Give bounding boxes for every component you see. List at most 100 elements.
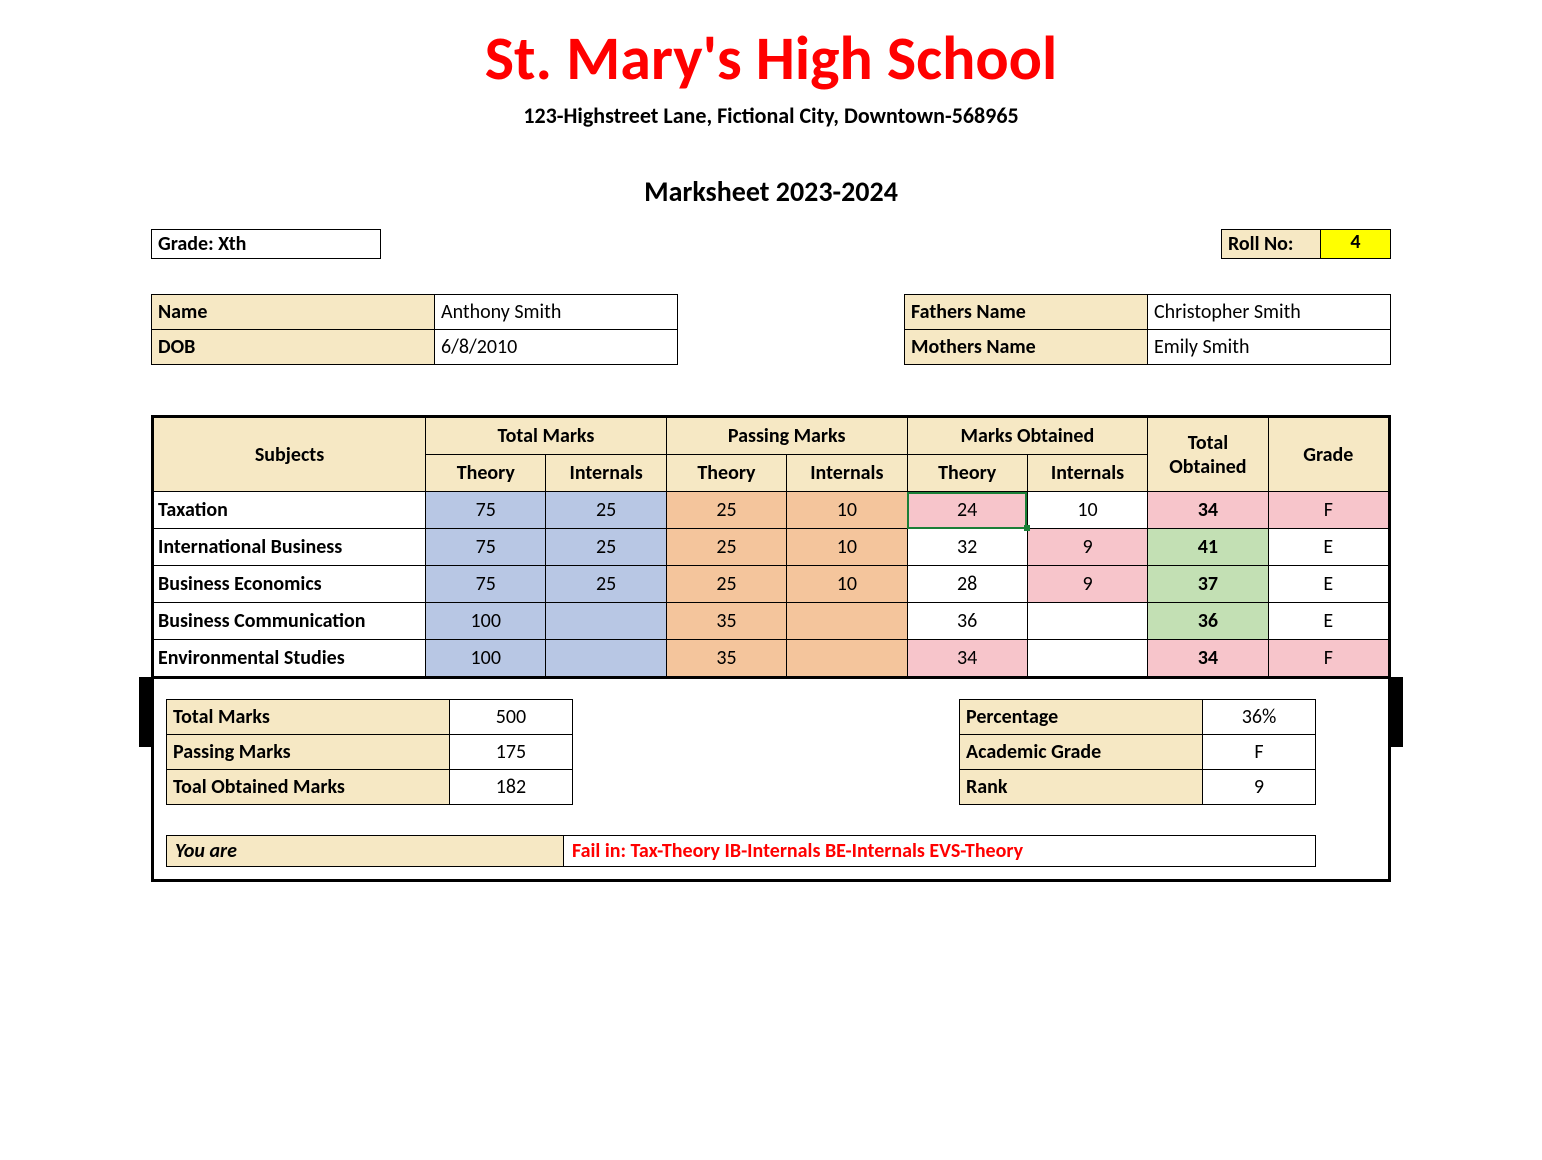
roll-box: Roll No: 4 (1221, 229, 1391, 259)
header-total-obtained: Total Obtained (1148, 417, 1268, 492)
passing-marks-label: Passing Marks (167, 735, 450, 770)
student-left-table: Name Anthony Smith DOB 6/8/2010 (151, 294, 678, 365)
mother-label: Mothers Name (905, 330, 1148, 365)
school-name: St. Mary's High School (151, 20, 1391, 96)
header-mo-internals: Internals (1027, 455, 1147, 492)
dob-value: 6/8/2010 (435, 330, 678, 365)
cell (1027, 603, 1147, 640)
obtained-marks-value: 182 (450, 770, 573, 805)
table-row: Environmental Studies100353434F (153, 640, 1390, 678)
cell: 35 (666, 640, 786, 678)
mother-value: Emily Smith (1148, 330, 1391, 365)
cell (546, 640, 666, 678)
cell: E (1268, 566, 1389, 603)
subject-name: Business Communication (153, 603, 426, 640)
total-marks-label: Total Marks (167, 700, 450, 735)
cell: 37 (1148, 566, 1268, 603)
header-pm-internals: Internals (787, 455, 907, 492)
roll-no-label: Roll No: (1221, 229, 1321, 259)
subject-name: Environmental Studies (153, 640, 426, 678)
table-row: International Business7525251032941E (153, 529, 1390, 566)
table-row: Business Communication100353636E (153, 603, 1390, 640)
cell (1027, 640, 1147, 678)
cell: 35 (666, 603, 786, 640)
rank-value: 9 (1203, 770, 1316, 805)
cell: 41 (1148, 529, 1268, 566)
cell: 36 (1148, 603, 1268, 640)
cell: E (1268, 529, 1389, 566)
header-tm-internals: Internals (546, 455, 666, 492)
grade-roll-row: Grade: Xth Roll No: 4 (151, 229, 1391, 259)
header-mo-theory: Theory (907, 455, 1027, 492)
cell: 10 (787, 566, 907, 603)
summary-section: Total Marks 500 Passing Marks 175 Toal O… (151, 679, 1391, 882)
summary-right-table: Percentage 36% Academic Grade F Rank 9 (959, 699, 1316, 805)
cell: 9 (1027, 529, 1147, 566)
cell: 100 (426, 603, 546, 640)
header-grade: Grade (1268, 417, 1389, 492)
academic-grade-label: Academic Grade (960, 735, 1203, 770)
marksheet-document: St. Mary's High School 123-Highstreet La… (151, 20, 1391, 882)
cell: F (1268, 640, 1389, 678)
student-right-table: Fathers Name Christopher Smith Mothers N… (904, 294, 1391, 365)
rank-label: Rank (960, 770, 1203, 805)
header-pm-theory: Theory (666, 455, 786, 492)
roll-no-value: 4 (1321, 229, 1391, 259)
cell (546, 603, 666, 640)
header-marks-obtained: Marks Obtained (907, 417, 1148, 455)
cell: 34 (907, 640, 1027, 678)
marksheet-title: Marksheet 2023-2024 (151, 174, 1391, 209)
cell: 9 (1027, 566, 1147, 603)
cell: 25 (546, 566, 666, 603)
father-value: Christopher Smith (1148, 295, 1391, 330)
subject-name: International Business (153, 529, 426, 566)
passing-marks-value: 175 (450, 735, 573, 770)
subject-name: Taxation (153, 492, 426, 529)
cell: 10 (1027, 492, 1147, 529)
dob-label: DOB (152, 330, 435, 365)
cell (787, 603, 907, 640)
obtained-marks-label: Toal Obtained Marks (167, 770, 450, 805)
cell (787, 640, 907, 678)
cell: 24 (907, 492, 1027, 529)
grade-label: Grade: Xth (151, 229, 381, 259)
academic-grade-value: F (1203, 735, 1316, 770)
cell: 32 (907, 529, 1027, 566)
cell: 75 (426, 566, 546, 603)
cell: 25 (666, 566, 786, 603)
school-address: 123-Highstreet Lane, Fictional City, Dow… (151, 102, 1391, 129)
cell: 25 (546, 529, 666, 566)
header-passing-marks: Passing Marks (666, 417, 907, 455)
summary-left-table: Total Marks 500 Passing Marks 175 Toal O… (166, 699, 573, 805)
status-row: You are Fail in: Tax-Theory IB-Internals… (154, 835, 1388, 867)
header-tm-theory: Theory (426, 455, 546, 492)
cell: F (1268, 492, 1389, 529)
cell: E (1268, 603, 1389, 640)
cell: 25 (666, 529, 786, 566)
subject-name: Business Economics (153, 566, 426, 603)
cell: 28 (907, 566, 1027, 603)
percentage-label: Percentage (960, 700, 1203, 735)
table-row: Taxation75252510241034F (153, 492, 1390, 529)
cell: 10 (787, 492, 907, 529)
name-label: Name (152, 295, 435, 330)
cell: 75 (426, 529, 546, 566)
cell: 75 (426, 492, 546, 529)
father-label: Fathers Name (905, 295, 1148, 330)
cell: 25 (546, 492, 666, 529)
cell: 100 (426, 640, 546, 678)
table-row: Business Economics7525251028937E (153, 566, 1390, 603)
name-value: Anthony Smith (435, 295, 678, 330)
status-value: Fail in: Tax-Theory IB-Internals BE-Inte… (564, 835, 1316, 867)
cell: 10 (787, 529, 907, 566)
total-marks-value: 500 (450, 700, 573, 735)
status-label: You are (166, 835, 564, 867)
student-info-row: Name Anthony Smith DOB 6/8/2010 Fathers … (151, 294, 1391, 365)
header-subjects: Subjects (153, 417, 426, 492)
percentage-value: 36% (1203, 700, 1316, 735)
header-total-marks: Total Marks (426, 417, 667, 455)
cell: 25 (666, 492, 786, 529)
cell: 34 (1148, 640, 1268, 678)
marks-table: Subjects Total Marks Passing Marks Marks… (151, 415, 1391, 679)
cell: 36 (907, 603, 1027, 640)
